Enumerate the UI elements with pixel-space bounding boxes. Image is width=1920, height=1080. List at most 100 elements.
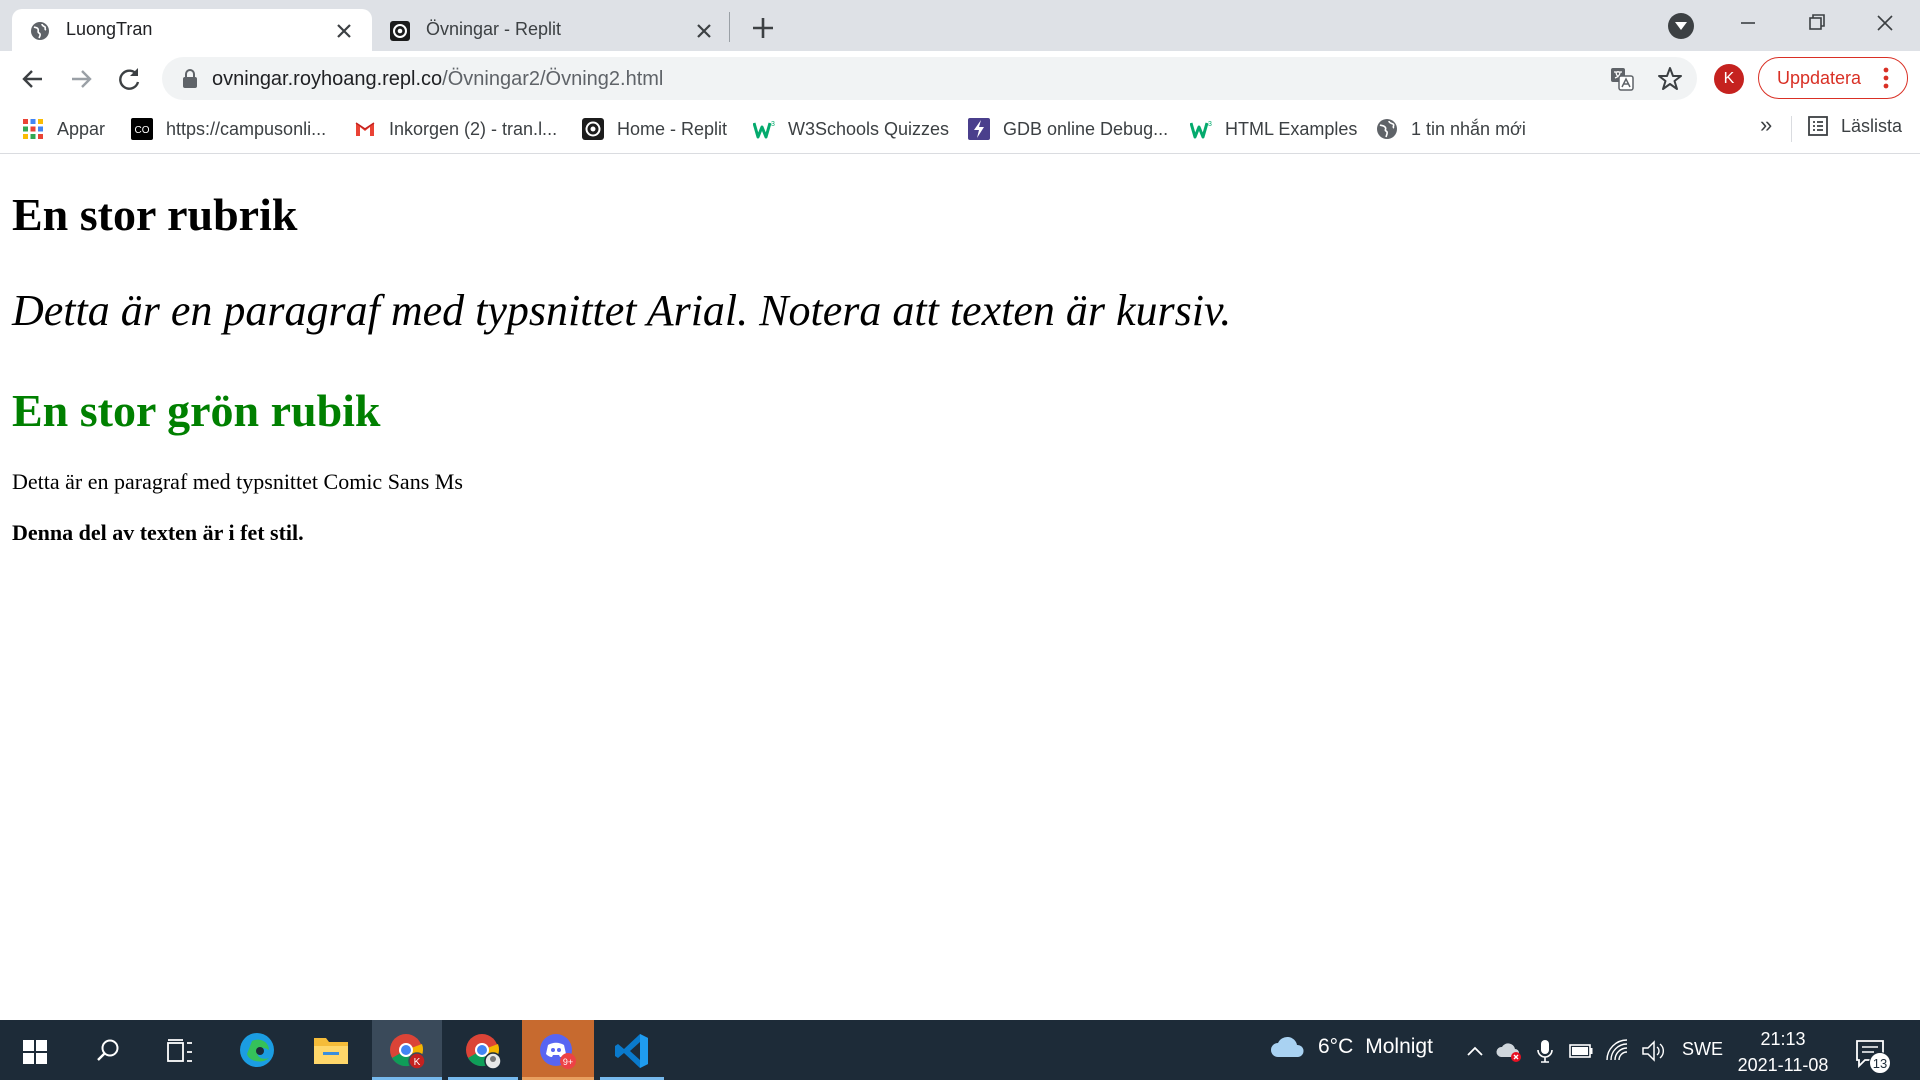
reload-icon[interactable] [113,63,145,95]
windows-logo-icon [23,1040,47,1064]
clock-time: 21:13 [1760,1029,1806,1049]
taskbar-file-explorer[interactable] [296,1020,366,1080]
minimize-icon[interactable] [1733,8,1763,38]
replit-icon [390,21,410,41]
clock-date: 2021-11-08 [1737,1055,1829,1075]
task-view-icon [167,1039,192,1062]
tab-title: Övningar - Replit [426,19,562,39]
task-view-button[interactable] [144,1020,214,1080]
bookmark-label: Inkorgen (2) - tran.l... [389,118,558,139]
volume-icon[interactable] [1640,1038,1666,1064]
weather-temp: 6°C [1318,1035,1354,1058]
discord-icon: 9+ [540,1034,576,1069]
onedrive-error-icon[interactable] [1496,1038,1522,1064]
battery-icon[interactable] [1568,1038,1594,1064]
lock-icon[interactable] [182,69,198,89]
bookmark-apps[interactable]: Appar [22,115,105,143]
tab-ovningar-replit[interactable]: Övningar - Replit [372,9,732,51]
italic-paragraph: Detta är en paragraf med typsnittet Aria… [12,286,1232,335]
close-window-icon[interactable] [1870,8,1900,38]
chrome-icon: K [390,1034,426,1070]
gmail-icon [355,122,375,136]
close-tab-icon[interactable] [334,21,354,41]
bookmark-label: GDB online Debug... [1003,118,1169,139]
translate-icon[interactable] [1610,67,1634,91]
tab-search-button[interactable] [1668,13,1694,39]
bookmark-campusonline[interactable]: CO https://campusonli... [131,115,326,143]
update-button-label: Uppdatera [1777,68,1862,88]
bookmark-home-replit[interactable]: Home - Replit [582,115,727,143]
tab-strip: LuongTran Övningar - Replit [0,0,1920,51]
profile-avatar[interactable]: K [1714,64,1744,94]
notification-count-badge: 13 [1869,1052,1891,1074]
green-heading: En stor grön rubik [12,385,381,436]
chevron-up-icon[interactable] [1462,1038,1488,1064]
forward-arrow-icon[interactable] [65,63,97,95]
address-bar[interactable]: ovningar.royhoang.repl.co/Övningar2/Övni… [162,57,1697,100]
more-vert-icon [1883,67,1889,89]
svg-text:3: 3 [771,121,775,128]
bookmark-label: https://campusonli... [166,118,327,139]
browser-toolbar: ovningar.royhoang.repl.co/Övningar2/Övni… [0,51,1920,106]
reading-list-icon [1808,116,1828,136]
folder-icon [314,1038,348,1064]
back-arrow-icon[interactable] [17,63,49,95]
bookmarks-bar: Appar CO https://campusonli... Inkorgen … [0,106,1920,154]
svg-text:CO: CO [135,125,150,136]
paragraph: Detta är en paragraf med typsnittet Comi… [12,469,463,494]
windows-taskbar: K 9+ 6°C Molnigt SWE 21:13 2021-11-08 13 [0,1020,1920,1080]
bookmark-label: Appar [57,118,106,139]
reading-list-button[interactable]: Läslista [1807,115,1902,137]
taskbar-chrome-profile-k[interactable]: K [372,1020,442,1080]
tab-divider [729,12,730,42]
taskbar-discord[interactable]: 9+ [522,1020,594,1080]
restore-window-icon[interactable] [1802,8,1832,38]
bookmark-star-icon[interactable] [1657,66,1683,92]
bookmark-w3schools-quizzes[interactable]: 3 W3Schools Quizzes [753,115,949,143]
tab-luongtran[interactable]: LuongTran [12,9,372,51]
co-icon: CO [131,118,153,140]
w3schools-icon: 3 [1190,121,1212,139]
weather-widget[interactable]: 6°C Molnigt [1270,1035,1433,1059]
clock[interactable]: 21:13 2021-11-08 [1728,1026,1838,1078]
bookmark-gdb-online[interactable]: GDB online Debug... [968,115,1168,143]
bookmark-label: Home - Replit [617,118,728,139]
weather-condition: Molnigt [1365,1035,1433,1058]
microphone-icon[interactable] [1532,1038,1558,1064]
w3schools-icon: 3 [753,121,775,139]
bookmark-label: 1 tin nhắn mới [1411,118,1526,139]
chrome-badge-text: K [414,1057,421,1068]
url-text[interactable]: ovningar.royhoang.repl.co/Övningar2/Övni… [212,68,663,91]
language-indicator[interactable]: SWE [1682,1039,1723,1060]
close-tab-icon[interactable] [694,21,714,41]
update-button[interactable]: Uppdatera [1758,57,1908,99]
reading-list-label: Läslista [1841,115,1903,136]
apps-grid-icon [23,119,43,139]
gdb-icon [968,118,990,140]
search-button[interactable] [72,1020,142,1080]
bookmark-gmail-inbox[interactable]: Inkorgen (2) - tran.l... [354,115,557,143]
taskbar-chrome-profile-2[interactable] [448,1020,518,1080]
cloud-icon [1271,1036,1304,1057]
wifi-icon[interactable] [1604,1038,1630,1064]
vscode-icon [615,1034,648,1068]
svg-text:3: 3 [1208,121,1212,128]
tab-title: LuongTran [66,19,153,39]
start-button[interactable] [0,1020,70,1080]
bookmark-tin-nhan[interactable]: 1 tin nhắn mới [1376,115,1526,143]
new-tab-plus-icon[interactable] [748,13,778,43]
bookmark-html-examples[interactable]: 3 HTML Examples [1190,115,1357,143]
taskbar-edge[interactable] [222,1020,292,1080]
taskbar-vscode[interactable] [600,1020,664,1080]
search-icon [97,1039,119,1061]
chevron-down-icon [1675,22,1687,30]
replit-icon [582,118,604,140]
globe-icon [1377,119,1397,139]
globe-icon [31,22,49,40]
url-host: ovningar.royhoang.repl.co [212,68,443,90]
chrome-icon [466,1034,502,1070]
url-path: /Övningar2/Övning2.html [442,68,664,90]
bookmarks-divider [1791,116,1792,142]
page-heading: En stor rubrik [12,189,298,240]
bookmarks-overflow-chevron[interactable]: » [1760,112,1772,138]
